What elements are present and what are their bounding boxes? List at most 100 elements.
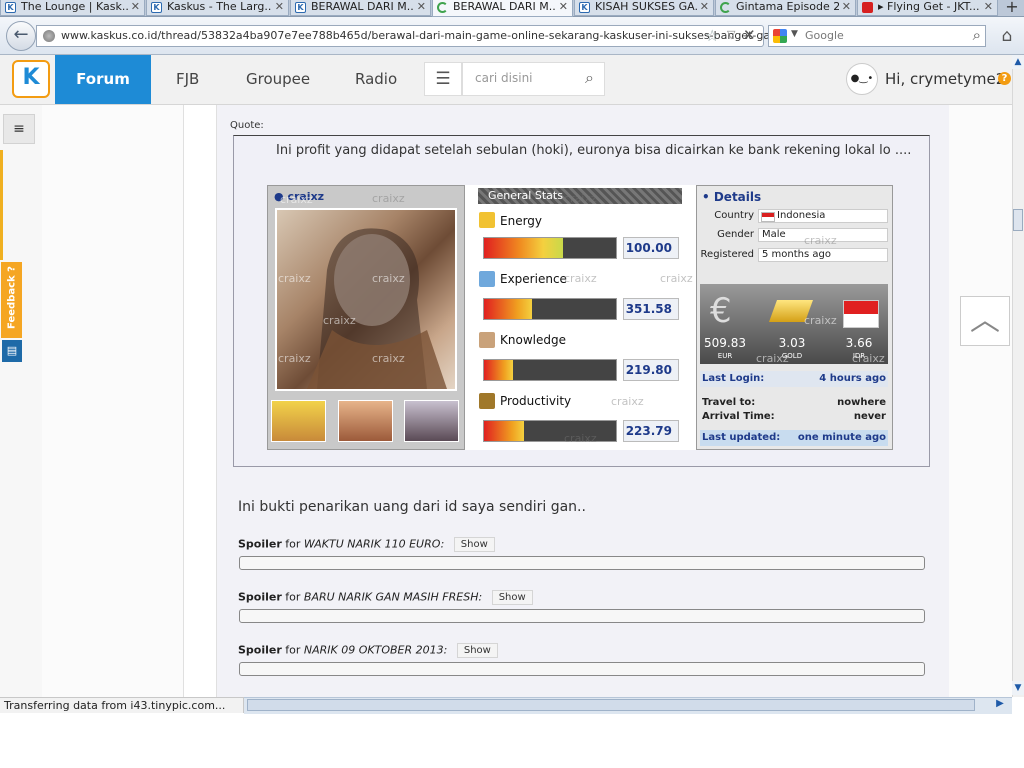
back-button[interactable]: ← (6, 21, 36, 51)
scroll-right-arrow-icon[interactable]: ▶ (993, 698, 1007, 712)
spoiler-title: NARIK 09 OKTOBER 2013: (303, 643, 448, 657)
history-dropdown-icon[interactable]: ▽ (727, 28, 735, 41)
tab-title: Kaskus - The Larg... (167, 0, 272, 13)
bookmark-star-icon[interactable]: ☆ (705, 26, 719, 45)
google-icon (773, 29, 787, 43)
energy-bar-fill (484, 238, 564, 258)
close-icon[interactable]: ✕ (842, 0, 851, 14)
close-icon[interactable]: ✕ (559, 0, 568, 14)
feedback-tab[interactable]: Feedback ? (1, 262, 22, 338)
avatar[interactable]: ●‿• (846, 63, 878, 95)
spoiler-for: for (285, 590, 301, 604)
browser-tab-5[interactable]: K KISAH SUKSES GA... ✕ (574, 0, 714, 16)
tab-title: BERAWAL DARI M... (453, 0, 556, 13)
close-icon[interactable]: ✕ (275, 0, 284, 14)
productivity-value: 223.79 (623, 420, 679, 442)
youtube-icon (862, 2, 873, 13)
engine-dropdown-icon[interactable]: ▼ (791, 29, 798, 39)
back-arrow-icon: ← (13, 24, 29, 45)
search-icon[interactable]: ⌕ (585, 68, 594, 88)
scroll-down-arrow-icon[interactable]: ▼ (1012, 681, 1024, 695)
photo-thumbnail-3[interactable] (404, 400, 459, 442)
search-icon[interactable]: ⌕ (973, 26, 981, 44)
last-login-label: Last Login: (702, 373, 765, 384)
spoiler-content-box (239, 556, 925, 570)
browser-tab-4-active[interactable]: BERAWAL DARI M... ✕ (432, 0, 573, 17)
browser-tab-7[interactable]: ▸ Flying Get - JKT... ✕ (857, 0, 998, 16)
stat-label-energy: Energy (500, 214, 543, 228)
quote-label: Quote: (230, 120, 264, 131)
loading-icon (720, 2, 731, 13)
spoiler-prefix: Spoiler (238, 643, 282, 657)
browser-search-box[interactable]: ▼ Google ⌕ (768, 25, 986, 47)
browser-tab-2[interactable]: K Kaskus - The Larg... ✕ (146, 0, 289, 16)
left-sidebar (0, 105, 43, 697)
kaskus-logo[interactable]: K (12, 60, 50, 98)
site-search-input[interactable]: cari disini ⌕ (462, 62, 605, 96)
nav-forum[interactable]: Forum (55, 55, 151, 104)
eur-code: EUR (717, 352, 733, 360)
photo-thumbnail-2[interactable] (338, 400, 393, 442)
close-icon[interactable]: ✕ (984, 0, 993, 14)
spoiler-for: for (285, 537, 301, 551)
idr-code: IDR (852, 352, 866, 360)
gold-amount: 3.03 (778, 336, 806, 350)
spoiler-show-button[interactable]: Show (456, 643, 498, 658)
back-to-top-button[interactable]: ︿ (960, 296, 1010, 346)
energy-value: 100.00 (623, 237, 679, 259)
globe-icon (43, 30, 55, 42)
chevron-up-icon: ︿ (970, 303, 1000, 338)
address-bar[interactable]: www.kaskus.co.id/thread/53832a4ba907e7ee… (36, 25, 781, 47)
user-greeting[interactable]: Hi, crymetyme2 (885, 70, 1005, 88)
nav-groupee[interactable]: Groupee (246, 55, 310, 104)
experience-bar-fill (484, 299, 532, 319)
browser-tab-3[interactable]: K BERAWAL DARI M... ✕ (290, 0, 431, 16)
close-icon[interactable]: ✕ (700, 0, 709, 14)
browser-tab-1[interactable]: K The Lounge | Kask... ✕ (0, 0, 145, 16)
knowledge-icon (479, 332, 495, 348)
gold-code: GOLD (781, 352, 803, 360)
profile-username: ● craixz (274, 190, 325, 203)
new-tab-button[interactable]: + (1000, 0, 1024, 16)
post-paragraph: Ini bukti penarikan uang dari id saya se… (238, 499, 586, 515)
stat-label-productivity: Productivity (500, 394, 572, 408)
horizontal-scroll-thumb[interactable] (247, 699, 975, 711)
knowledge-bar (483, 359, 617, 381)
vertical-scroll-thumb[interactable] (1013, 209, 1023, 231)
username-text: craixz (287, 190, 325, 203)
spoiler-title: WAKTU NARIK 110 EURO: (303, 537, 445, 551)
detail-value-country: Indonesia (758, 209, 888, 223)
productivity-bar-fill (484, 421, 524, 441)
productivity-bar (483, 420, 617, 442)
spoiler-prefix: Spoiler (238, 537, 282, 551)
spoiler-title: BARU NARIK GAN MASIH FRESH: (303, 590, 483, 604)
kaskus-icon: K (151, 2, 162, 13)
close-icon[interactable]: ✕ (131, 0, 140, 14)
spoiler-header-2: Spoiler for BARU NARIK GAN MASIH FRESH: … (238, 590, 533, 605)
experience-bar (483, 298, 617, 320)
spoiler-show-button[interactable]: Show (491, 590, 533, 605)
home-icon[interactable]: ⌂ (996, 25, 1018, 47)
last-updated-value: one minute ago (797, 432, 886, 443)
menu-icon[interactable]: ☰ (424, 62, 462, 96)
close-icon[interactable]: ✕ (417, 0, 426, 14)
last-updated-label: Last updated: (702, 432, 781, 443)
spoiler-show-button[interactable]: Show (453, 537, 495, 552)
status-bar: Transferring data from i43.tinypic.com..… (0, 697, 244, 713)
side-widget-icon[interactable]: ▤ (2, 340, 22, 362)
browser-tab-6[interactable]: Gintama Episode 2... ✕ (715, 0, 856, 16)
help-icon[interactable]: ? (998, 72, 1011, 85)
nav-fjb[interactable]: FJB (176, 55, 199, 104)
scroll-up-arrow-icon[interactable]: ▲ (1012, 55, 1024, 69)
left-gutter (42, 105, 184, 697)
stop-icon[interactable]: ✕ (743, 26, 756, 44)
sidebar-menu-button[interactable]: ≡ (3, 114, 35, 144)
vertical-scrollbar[interactable] (1012, 55, 1024, 697)
kaskus-icon: K (5, 2, 16, 13)
euro-icon: € (710, 291, 732, 331)
search-placeholder: Google (805, 29, 844, 42)
nav-radio[interactable]: Radio (355, 55, 397, 104)
photo-thumbnail-1[interactable] (271, 400, 326, 442)
tab-title: BERAWAL DARI M... (311, 0, 414, 13)
right-gutter (949, 105, 1012, 697)
